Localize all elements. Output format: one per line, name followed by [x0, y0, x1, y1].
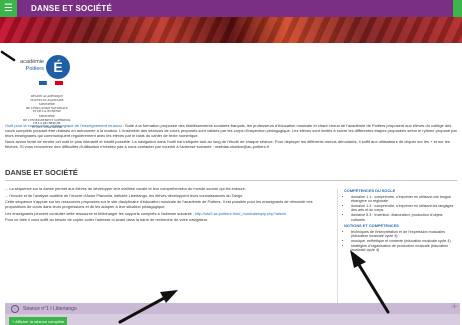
arrow-bottom-annotation [118, 290, 178, 324]
arrow-competences-annotation [350, 250, 390, 314]
arrow-left-annotation [0, 50, 16, 62]
annotation-arrows [0, 50, 390, 324]
